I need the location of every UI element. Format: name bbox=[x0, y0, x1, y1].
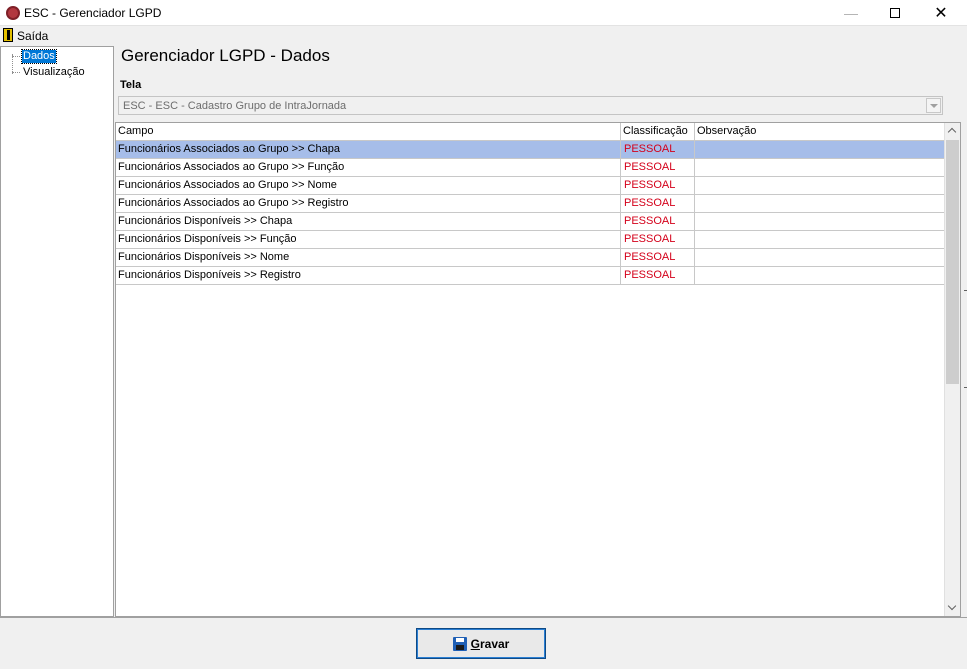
cell-classificacao[interactable]: PESSOAL bbox=[621, 231, 695, 248]
scroll-up-icon[interactable] bbox=[945, 123, 960, 139]
column-header-observacao[interactable]: Observação bbox=[695, 123, 945, 140]
scroll-thumb[interactable] bbox=[946, 140, 959, 384]
cell-observacao[interactable] bbox=[695, 249, 945, 266]
maximize-button[interactable] bbox=[872, 0, 918, 26]
maximize-icon bbox=[890, 8, 900, 18]
save-button[interactable]: Gravar bbox=[416, 628, 546, 659]
tela-select-value: ESC - ESC - Cadastro Grupo de IntraJorna… bbox=[123, 100, 347, 112]
vertical-scrollbar[interactable] bbox=[944, 123, 960, 616]
cell-classificacao[interactable]: PESSOAL bbox=[621, 213, 695, 230]
cell-observacao[interactable] bbox=[695, 159, 945, 176]
cell-classificacao[interactable]: PESSOAL bbox=[621, 159, 695, 176]
cell-campo[interactable]: Funcionários Disponíveis >> Função bbox=[116, 231, 621, 248]
table-row[interactable]: Funcionários Disponíveis >> Registro PESS… bbox=[116, 267, 945, 285]
page-title: Gerenciador LGPD - Dados bbox=[121, 46, 330, 65]
tree-item-visualizacao[interactable]: Visualização bbox=[22, 66, 86, 79]
table-row[interactable]: Funcionários Associados ao Grupo >> Chap… bbox=[116, 141, 945, 159]
minimize-button[interactable]: — bbox=[828, 0, 874, 26]
cell-classificacao[interactable]: PESSOAL bbox=[621, 141, 695, 158]
cell-campo[interactable]: Funcionários Disponíveis >> Chapa bbox=[116, 213, 621, 230]
scroll-down-icon[interactable] bbox=[945, 600, 960, 616]
floppy-disk-icon bbox=[452, 636, 467, 651]
table-row[interactable]: Funcionários Associados ao Grupo >> Funç… bbox=[116, 159, 945, 177]
table-row[interactable]: Funcionários Disponíveis >> Chapa PESSOAL bbox=[116, 213, 945, 231]
cell-observacao[interactable] bbox=[695, 177, 945, 194]
tela-select[interactable]: ESC - ESC - Cadastro Grupo de IntraJorna… bbox=[118, 96, 943, 115]
cell-classificacao[interactable]: PESSOAL bbox=[621, 267, 695, 284]
grid-header: Campo Classificação Observação bbox=[116, 123, 945, 141]
menu-bar: Saída bbox=[0, 26, 967, 45]
table-row[interactable]: Funcionários Disponíveis >> Função PESSOA… bbox=[116, 231, 945, 249]
cell-campo[interactable]: Funcionários Associados ao Grupo >> Regi… bbox=[116, 195, 621, 212]
column-header-campo[interactable]: Campo bbox=[116, 123, 621, 140]
cell-campo[interactable]: Funcionários Associados ao Grupo >> Chap… bbox=[116, 141, 621, 158]
window-title: ESC - Gerenciador LGPD bbox=[24, 6, 162, 20]
tree-item-dados[interactable]: Dados bbox=[21, 49, 57, 64]
cell-observacao[interactable] bbox=[695, 267, 945, 284]
chevron-down-icon[interactable] bbox=[926, 98, 941, 113]
cell-observacao[interactable] bbox=[695, 141, 945, 158]
exit-door-icon bbox=[3, 28, 13, 42]
cell-observacao[interactable] bbox=[695, 231, 945, 248]
fields-grid: Campo Classificação Observação Funcionár… bbox=[115, 122, 961, 617]
table-row[interactable]: Funcionários Associados ao Grupo >> Regi… bbox=[116, 195, 945, 213]
save-button-label: Gravar bbox=[470, 636, 510, 651]
title-bar: ESC - Gerenciador LGPD — ✕ bbox=[0, 0, 967, 26]
tela-label: Tela bbox=[120, 79, 142, 91]
cell-observacao[interactable] bbox=[695, 213, 945, 230]
cell-campo[interactable]: Funcionários Disponíveis >> Registro bbox=[116, 267, 621, 284]
cell-classificacao[interactable]: PESSOAL bbox=[621, 177, 695, 194]
cell-campo[interactable]: Funcionários Associados ao Grupo >> Funç… bbox=[116, 159, 621, 176]
navigation-tree: Dados Visualização bbox=[0, 46, 114, 617]
app-icon bbox=[6, 6, 20, 20]
menu-item-saida[interactable]: Saída bbox=[17, 29, 48, 43]
cell-classificacao[interactable]: PESSOAL bbox=[621, 249, 695, 266]
cell-observacao[interactable] bbox=[695, 195, 945, 212]
table-row[interactable]: Funcionários Disponíveis >> Nome PESSOAL bbox=[116, 249, 945, 267]
cell-campo[interactable]: Funcionários Disponíveis >> Nome bbox=[116, 249, 621, 266]
close-button[interactable]: ✕ bbox=[918, 0, 964, 26]
column-header-classificacao[interactable]: Classificação bbox=[621, 123, 695, 140]
cell-campo[interactable]: Funcionários Associados ao Grupo >> Nome bbox=[116, 177, 621, 194]
table-row[interactable]: Funcionários Associados ao Grupo >> Nome… bbox=[116, 177, 945, 195]
cell-classificacao[interactable]: PESSOAL bbox=[621, 195, 695, 212]
